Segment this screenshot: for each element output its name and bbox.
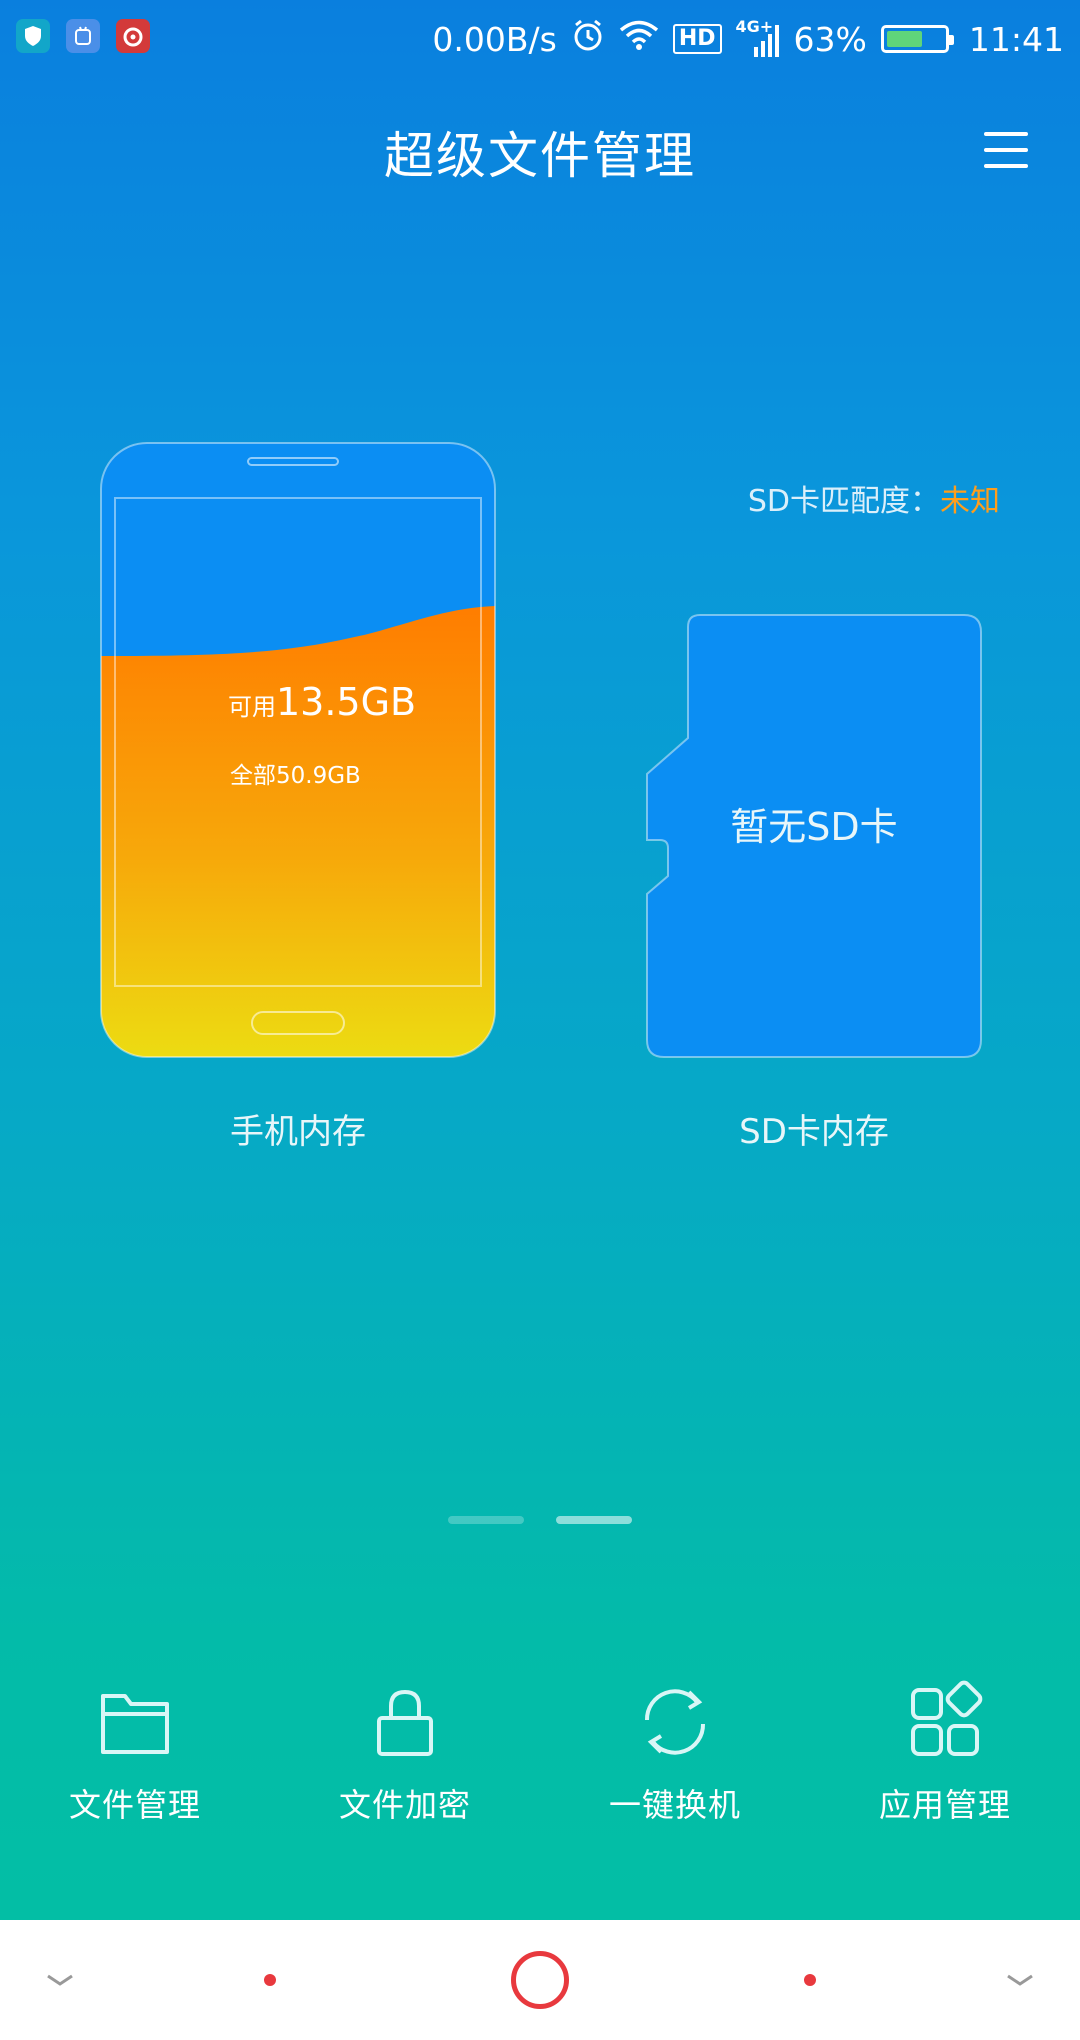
file-encrypt-button[interactable]: 文件加密 [270,1680,540,1826]
page-indicator-dot-active[interactable] [556,1516,632,1524]
phone-storage-label: 手机内存 [230,1112,366,1152]
phone-illustration [100,442,496,1058]
alarm-icon [571,17,605,61]
chevron-down-icon [47,1974,73,1986]
page-title: 超级文件管理 [384,127,696,185]
wifi-icon [619,19,659,59]
nav-recents[interactable] [780,1920,840,2040]
page-indicator [0,1516,1080,1524]
sd-match-info: SD卡匹配度：未知 [748,476,1000,520]
shield-app-icon [16,19,50,53]
home-circle-icon [511,1951,569,2009]
available-prefix: 可用 [228,693,276,721]
dot-icon [804,1974,816,1986]
nav-back[interactable] [240,1920,300,2040]
page-indicator-dot[interactable] [448,1516,524,1524]
sd-match-label: SD卡匹配度： [747,484,940,519]
tool-bar: 文件管理 文件加密 一键换机 应用管理 [0,1680,1080,1826]
total-storage: 全部50.9GB [230,763,361,789]
file-manager-button[interactable]: 文件管理 [0,1680,270,1826]
hd-badge: HD [672,24,722,54]
net-speed: 0.00B/s [432,19,557,59]
chevron-down-icon [1007,1974,1033,1986]
android-app-icon [66,19,100,53]
menu-icon[interactable] [984,132,1028,168]
apps-grid-icon [911,1680,983,1756]
app-manager-button[interactable]: 应用管理 [810,1680,1080,1826]
clock: 11:41 [968,19,1064,59]
tool-label: 应用管理 [878,1786,1011,1824]
signal-icon: 4G+ [736,17,780,59]
no-sd-card-text: 暂无SD卡 [730,805,898,849]
battery-icon [880,25,954,53]
sd-match-value: 未知 [940,484,1000,519]
sync-icon [644,1689,706,1755]
battery-percent: 63% [793,19,867,59]
netease-music-icon [116,19,150,53]
system-nav-bar [0,1920,1080,2040]
lock-icon [377,1689,433,1756]
phone-storage-card[interactable] [100,442,496,1058]
nav-collapse-right[interactable] [990,1920,1050,2040]
folder-icon [101,1694,169,1754]
tool-label: 一键换机 [608,1786,741,1824]
tool-label: 文件加密 [338,1786,471,1824]
dot-icon [264,1974,276,1986]
tool-label: 文件管理 [68,1786,201,1824]
phone-clone-button[interactable]: 一键换机 [540,1680,810,1826]
status-bar: 0.00B/s HD 4G+ 63% 11:41 [0,0,1080,76]
available-storage: 可用13.5GB [228,680,416,724]
available-value: 13.5GB [276,680,417,724]
nav-collapse-left[interactable] [30,1920,90,2040]
nav-home[interactable] [500,1920,580,2040]
sd-storage-label: SD卡内存 [739,1112,889,1152]
